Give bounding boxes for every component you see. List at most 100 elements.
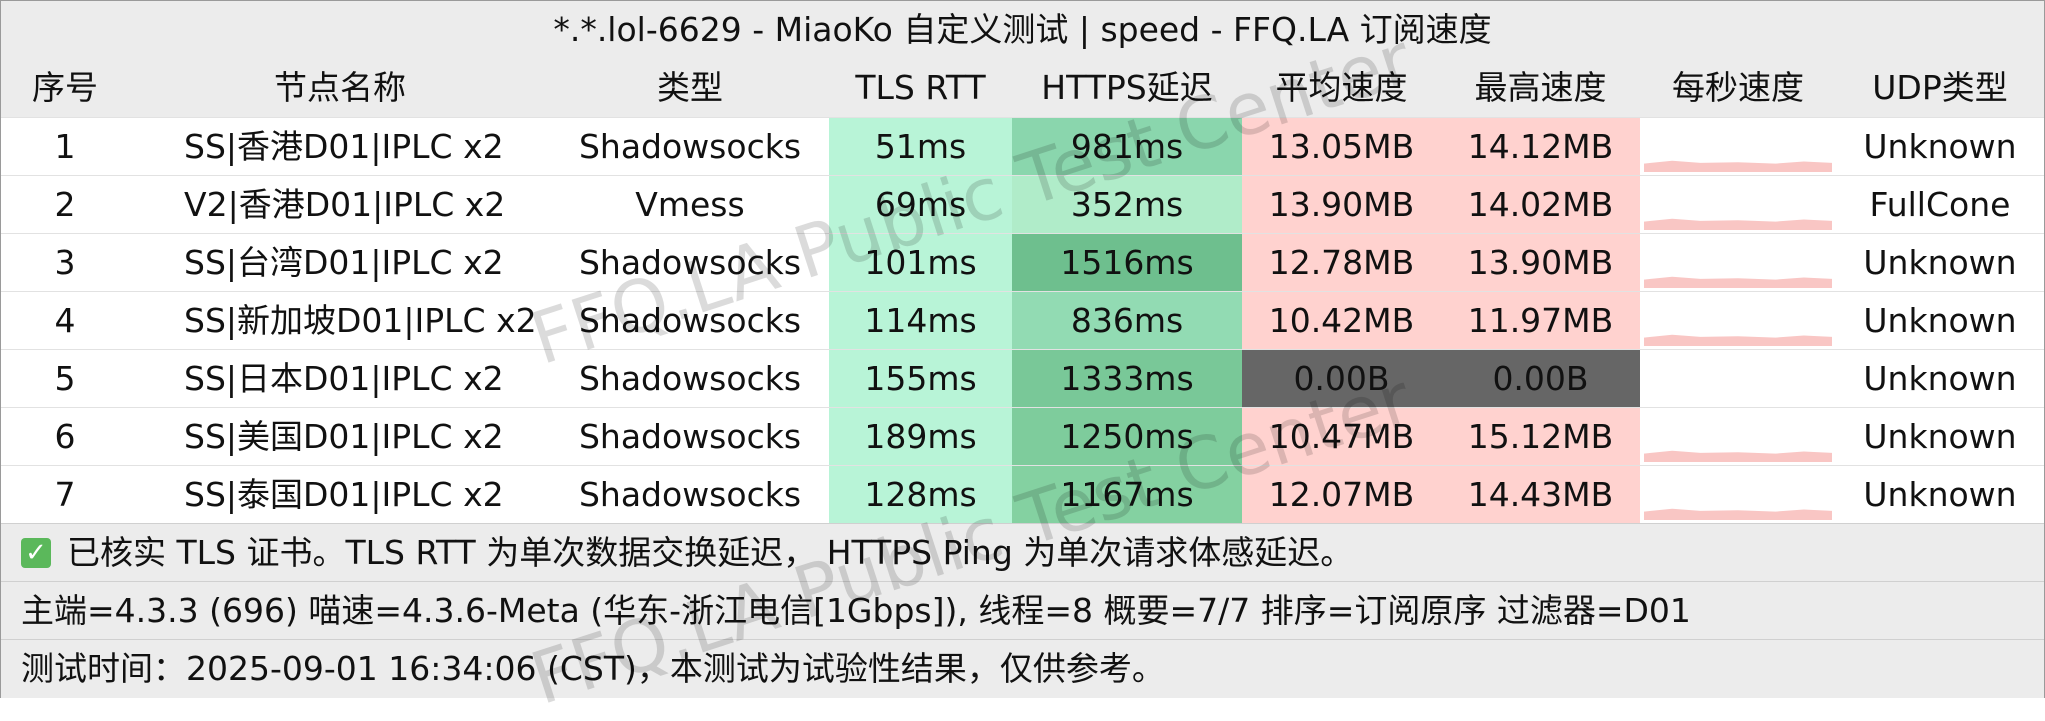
result-panel: *.*.lol-6629 - MiaoKo 自定义测试 | speed - FF… (0, 0, 2045, 721)
row-index: 6 (54, 417, 76, 456)
table-row: 1 SS|香港D01|IPLC x2 Shadowsocks 51ms 981ms 13.… (1, 117, 2044, 176)
max-speed: 14.12MB (1441, 118, 1640, 176)
hong-kong-flag-icon (151, 195, 178, 214)
avg-speed: 10.42MB (1242, 292, 1442, 350)
protocol-type: Shadowsocks (578, 417, 802, 456)
speed-sparkline (1644, 276, 1832, 288)
udp-type: Unknown (1863, 359, 2017, 398)
node-name-text: SS|香港D01|IPLC x2 (184, 127, 504, 166)
node-name: SS|新加坡D01|IPLC x2 (129, 292, 551, 350)
row-index: 7 (54, 475, 76, 514)
row-index: 3 (54, 243, 76, 282)
speed-sparkline (1644, 218, 1832, 230)
udp-type: Unknown (1863, 417, 2017, 456)
table-row: 4 SS|新加坡D01|IPLC x2 Shadowsocks 114ms 836ms 1… (1, 291, 2044, 350)
https-latency: 981ms (1012, 118, 1242, 176)
max-speed: 14.43MB (1441, 466, 1640, 524)
udp-type: Unknown (1863, 475, 2017, 514)
per-second-speed-chart (1640, 350, 1836, 408)
https-latency: 352ms (1012, 176, 1242, 234)
header-max-speed: 最高速度 (1474, 68, 1607, 107)
test-time-text: 测试时间：2025-09-01 16:34:06 (CST)，本测试为试验性结果… (21, 649, 1165, 688)
udp-type: Unknown (1863, 301, 2017, 340)
protocol-type: Shadowsocks (578, 243, 802, 282)
max-speed: 14.02MB (1441, 176, 1640, 234)
backend-info-text: 主端=4.3.3 (696) 喵速=4.3.6-Meta (华东-浙江电信[1G… (21, 591, 1691, 630)
node-name: SS|泰国D01|IPLC x2 (129, 466, 551, 524)
per-second-speed-chart (1640, 408, 1836, 466)
per-second-speed-chart (1640, 234, 1836, 292)
speed-sparkline (1644, 450, 1832, 462)
speed-sparkline (1644, 508, 1832, 520)
footer-info: 主端=4.3.3 (696) 喵速=4.3.6-Meta (华东-浙江电信[1G… (1, 581, 2044, 640)
avg-speed: 13.90MB (1242, 176, 1442, 234)
per-second-speed-chart (1640, 118, 1836, 176)
header-type: 类型 (657, 68, 723, 107)
table-row: 7 SS|泰国D01|IPLC x2 Shadowsocks 128ms 1167ms 1… (1, 465, 2044, 524)
avg-speed: 12.78MB (1242, 234, 1442, 292)
header-per-second-speed: 每秒速度 (1672, 68, 1804, 107)
avg-speed: 0.00B (1242, 350, 1442, 408)
row-index: 4 (54, 301, 76, 340)
per-second-speed-chart (1640, 176, 1836, 234)
speed-sparkline (1644, 160, 1832, 172)
node-name: SS|日本D01|IPLC x2 (129, 350, 551, 408)
hong-kong-flag-icon (151, 137, 178, 156)
checkbox-icon: ✓ (21, 537, 51, 568)
row-index: 5 (54, 359, 76, 398)
avg-speed: 10.47MB (1242, 408, 1442, 466)
udp-type: Unknown (1863, 243, 2017, 282)
protocol-type: Shadowsocks (578, 359, 802, 398)
thailand-flag-icon (151, 485, 178, 504)
protocol-type: Vmess (635, 185, 745, 224)
row-index: 2 (54, 185, 76, 224)
us-flag-icon (151, 427, 178, 446)
tls-rtt: 189ms (829, 408, 1012, 466)
protocol-type: Shadowsocks (578, 301, 802, 340)
protocol-type: Shadowsocks (578, 475, 802, 514)
table-row: 2 V2|香港D01|IPLC x2 Vmess 69ms 352ms 13.90MB 14… (1, 175, 2044, 234)
page-title: *.*.lol-6629 - MiaoKo 自定义测试 | speed - FF… (1, 1, 2044, 59)
per-second-speed-chart (1640, 466, 1836, 524)
udp-type: Unknown (1863, 127, 2017, 166)
tls-note-text: 已核实 TLS 证书。TLS RTT 为单次数据交换延迟， HTTPS Ping… (67, 533, 1354, 572)
header-index: 序号 (32, 68, 98, 107)
tls-rtt: 128ms (829, 466, 1012, 524)
https-latency: 1250ms (1012, 408, 1242, 466)
https-latency: 1167ms (1012, 466, 1242, 524)
table-row: 3 SS|台湾D01|IPLC x2 Shadowsocks 101ms 1516ms 1… (1, 233, 2044, 292)
header-avg-speed: 平均速度 (1275, 68, 1408, 107)
tls-rtt: 155ms (829, 350, 1012, 408)
protocol-type: Shadowsocks (578, 127, 802, 166)
table-header: 序号 节点名称 类型 TLS RTT HTTPS延迟 平均速度 最高速度 每秒速… (1, 59, 2044, 117)
header-https-latency: HTTPS延迟 (1041, 68, 1213, 107)
node-name-text: SS|新加坡D01|IPLC x2 (184, 301, 537, 340)
max-speed: 13.90MB (1441, 234, 1640, 292)
footer-time: 测试时间：2025-09-01 16:34:06 (CST)，本测试为试验性结果… (1, 639, 2044, 698)
node-name-text: SS|泰国D01|IPLC x2 (184, 475, 504, 514)
per-second-speed-chart (1640, 292, 1836, 350)
tls-rtt: 101ms (829, 234, 1012, 292)
table-row: 5 SS|日本D01|IPLC x2 Shadowsocks 155ms 1333ms 0… (1, 349, 2044, 408)
max-speed: 15.12MB (1441, 408, 1640, 466)
avg-speed: 12.07MB (1242, 466, 1442, 524)
node-name: V2|香港D01|IPLC x2 (129, 176, 551, 234)
speed-sparkline (1644, 334, 1832, 346)
node-name: SS|台湾D01|IPLC x2 (129, 234, 551, 292)
https-latency: 1516ms (1012, 234, 1242, 292)
node-name-text: SS|台湾D01|IPLC x2 (184, 243, 504, 282)
avg-speed: 13.05MB (1242, 118, 1442, 176)
node-name: SS|香港D01|IPLC x2 (129, 118, 551, 176)
row-index: 1 (54, 127, 76, 166)
header-udp-type: UDP类型 (1872, 68, 2008, 107)
node-name: SS|美国D01|IPLC x2 (129, 408, 551, 466)
header-node-name: 节点名称 (274, 68, 406, 107)
singapore-flag-icon (151, 311, 178, 330)
taiwan-flag-icon (151, 253, 178, 272)
footer-tls-note: ✓ 已核实 TLS 证书。TLS RTT 为单次数据交换延迟， HTTPS Pin… (1, 523, 2044, 582)
max-speed: 11.97MB (1441, 292, 1640, 350)
https-latency: 836ms (1012, 292, 1242, 350)
tls-rtt: 69ms (829, 176, 1012, 234)
header-tls-rtt: TLS RTT (855, 68, 986, 107)
japan-flag-icon (151, 369, 178, 388)
